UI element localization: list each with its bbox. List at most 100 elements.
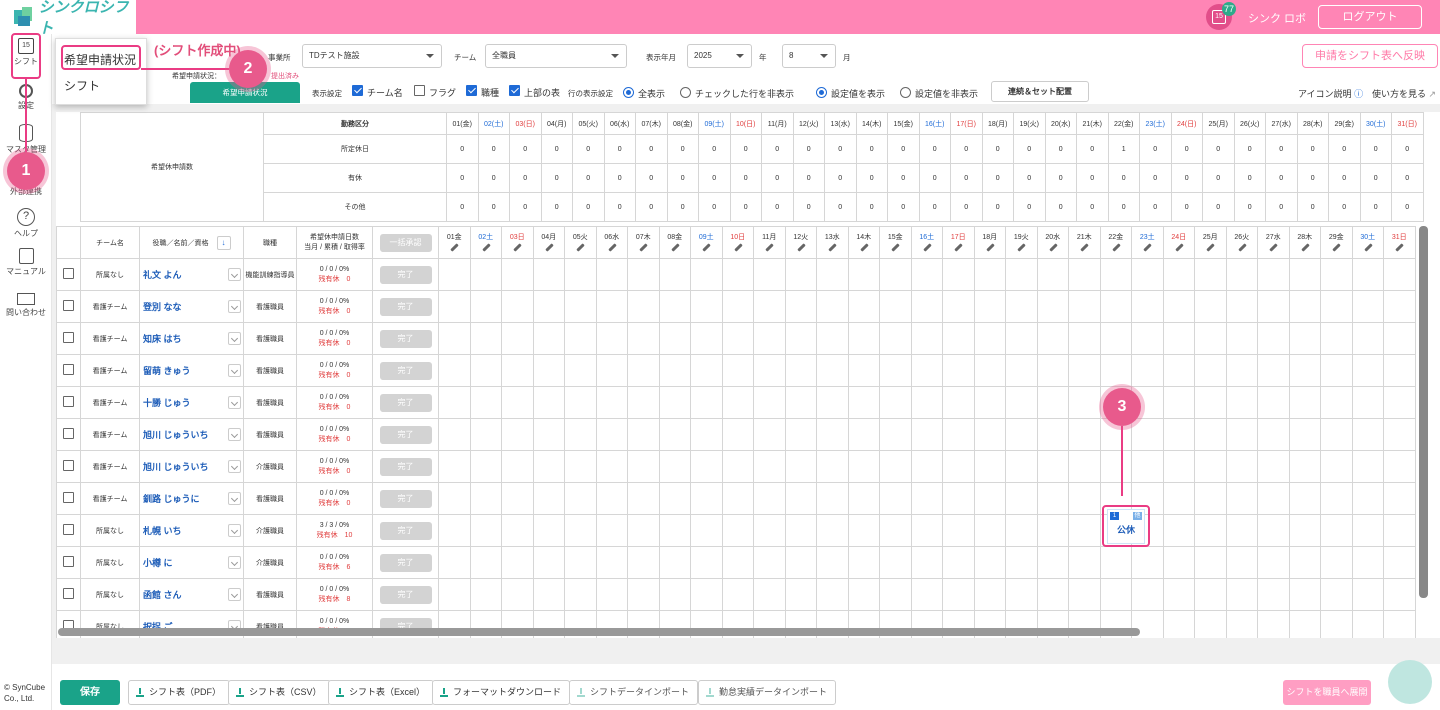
shift-day-cell[interactable] — [1320, 418, 1353, 451]
shift-day-cell[interactable] — [1288, 322, 1321, 355]
shift-day-cell[interactable] — [1257, 258, 1290, 291]
row-checkbox[interactable] — [63, 268, 74, 279]
shift-day-cell[interactable] — [658, 418, 691, 451]
shift-day-cell[interactable] — [973, 578, 1006, 611]
shift-day-cell[interactable] — [469, 418, 502, 451]
shift-day-cell[interactable] — [753, 450, 786, 483]
edit-pencil-icon[interactable] — [796, 243, 806, 253]
shift-day-cell[interactable] — [847, 258, 880, 291]
shift-day-cell[interactable] — [973, 514, 1006, 547]
shift-day-cell[interactable] — [1351, 482, 1384, 515]
edit-pencil-icon[interactable] — [953, 243, 963, 253]
shift-day-cell[interactable] — [627, 450, 660, 483]
shift-day-cell[interactable] — [879, 386, 912, 419]
employee-name-link[interactable]: 登別 なな — [143, 302, 182, 312]
shift-day-cell[interactable] — [1351, 450, 1384, 483]
shift-day-cell[interactable] — [501, 354, 534, 387]
shift-day-cell[interactable] — [627, 514, 660, 547]
checkbox-team-name[interactable] — [352, 85, 363, 96]
shift-day-cell[interactable] — [942, 578, 975, 611]
shift-day-cell[interactable] — [627, 482, 660, 515]
shift-day-cell[interactable] — [1068, 386, 1101, 419]
shift-day-cell[interactable] — [1194, 418, 1227, 451]
row-checkbox[interactable] — [63, 332, 74, 343]
shift-day-cell[interactable] — [973, 354, 1006, 387]
edit-pencil-icon[interactable] — [985, 243, 995, 253]
done-button[interactable]: 完了 — [379, 489, 432, 508]
day-column-header[interactable]: 06水 — [595, 226, 628, 259]
row-checkbox[interactable] — [63, 492, 74, 503]
shift-day-cell[interactable] — [1131, 546, 1164, 579]
day-column-header[interactable]: 27水 — [1257, 226, 1290, 259]
shift-day-cell[interactable] — [1036, 546, 1069, 579]
shift-day-cell[interactable] — [1194, 546, 1227, 579]
shift-day-cell[interactable] — [1383, 418, 1416, 451]
shift-day-cell[interactable] — [595, 386, 628, 419]
shift-day-cell[interactable] — [564, 418, 597, 451]
employee-menu-dropdown[interactable] — [228, 300, 241, 313]
shift-day-cell[interactable] — [564, 514, 597, 547]
shift-day-cell[interactable] — [1320, 290, 1353, 323]
month-select[interactable]: 8 — [782, 44, 836, 68]
sidebar-item-contact[interactable]: 問い合わせ — [0, 290, 52, 318]
shift-day-cell[interactable] — [1288, 418, 1321, 451]
shift-day-cell[interactable] — [1194, 450, 1227, 483]
shift-day-cell[interactable] — [564, 290, 597, 323]
shift-day-cell[interactable] — [784, 322, 817, 355]
shift-day-cell[interactable] — [1383, 354, 1416, 387]
shift-day-cell[interactable] — [784, 546, 817, 579]
shift-day-cell[interactable] — [973, 386, 1006, 419]
shift-day-cell[interactable] — [690, 450, 723, 483]
shift-day-cell[interactable] — [1351, 290, 1384, 323]
employee-name-link[interactable]: 留萌 きゅう — [143, 366, 191, 376]
shift-day-cell[interactable] — [1068, 450, 1101, 483]
shift-day-cell[interactable] — [753, 514, 786, 547]
office-select[interactable]: TDテスト施設 — [302, 44, 442, 68]
download-pdf-button[interactable]: シフト表（PDF） — [128, 680, 231, 705]
shift-day-cell[interactable] — [1005, 322, 1038, 355]
shift-day-cell[interactable] — [942, 482, 975, 515]
done-button[interactable]: 完了 — [379, 457, 432, 476]
done-button[interactable]: 完了 — [379, 585, 432, 604]
row-checkbox[interactable] — [63, 396, 74, 407]
employee-name-link[interactable]: 小樽 に — [143, 558, 173, 568]
shift-day-cell[interactable] — [847, 482, 880, 515]
shift-day-cell[interactable] — [1005, 418, 1038, 451]
shift-day-cell[interactable] — [690, 546, 723, 579]
shift-day-cell[interactable] — [942, 546, 975, 579]
shift-day-cell[interactable] — [469, 322, 502, 355]
logout-button[interactable]: ログアウト — [1318, 5, 1422, 29]
employee-name-link[interactable]: 札幌 いち — [143, 526, 182, 536]
shift-day-cell[interactable] — [595, 514, 628, 547]
shift-day-cell[interactable] — [438, 546, 471, 579]
shift-day-cell[interactable] — [942, 450, 975, 483]
shift-day-cell[interactable] — [1194, 578, 1227, 611]
shift-day-cell[interactable] — [1099, 354, 1132, 387]
employee-name-link[interactable]: 十勝 じゅう — [143, 398, 191, 408]
edit-pencil-icon[interactable] — [544, 243, 554, 253]
shift-day-cell[interactable] — [1225, 258, 1258, 291]
download-csv-button[interactable]: シフト表（CSV） — [228, 680, 331, 705]
shift-day-cell[interactable] — [532, 578, 565, 611]
shift-day-cell[interactable] — [1288, 290, 1321, 323]
shift-day-cell[interactable] — [1257, 546, 1290, 579]
shift-day-cell[interactable] — [1257, 482, 1290, 515]
shift-day-cell[interactable] — [721, 450, 754, 483]
shift-day-cell[interactable] — [564, 482, 597, 515]
shift-day-cell[interactable] — [501, 418, 534, 451]
shift-day-cell[interactable] — [1005, 482, 1038, 515]
shift-day-cell[interactable] — [501, 258, 534, 291]
shift-day-cell[interactable] — [1257, 450, 1290, 483]
shift-day-cell[interactable] — [784, 354, 817, 387]
shift-day-cell[interactable] — [1068, 546, 1101, 579]
shift-day-cell[interactable] — [1036, 354, 1069, 387]
shift-day-cell[interactable] — [595, 258, 628, 291]
shift-day-cell[interactable] — [1068, 258, 1101, 291]
edit-pencil-icon[interactable] — [607, 243, 617, 253]
employee-name-link[interactable]: 礼文 よん — [143, 270, 182, 280]
shift-day-cell[interactable] — [1036, 322, 1069, 355]
shift-day-cell[interactable] — [879, 354, 912, 387]
shift-day-cell[interactable] — [910, 482, 943, 515]
radio-show-all[interactable] — [623, 87, 634, 98]
shift-day-cell[interactable] — [910, 354, 943, 387]
